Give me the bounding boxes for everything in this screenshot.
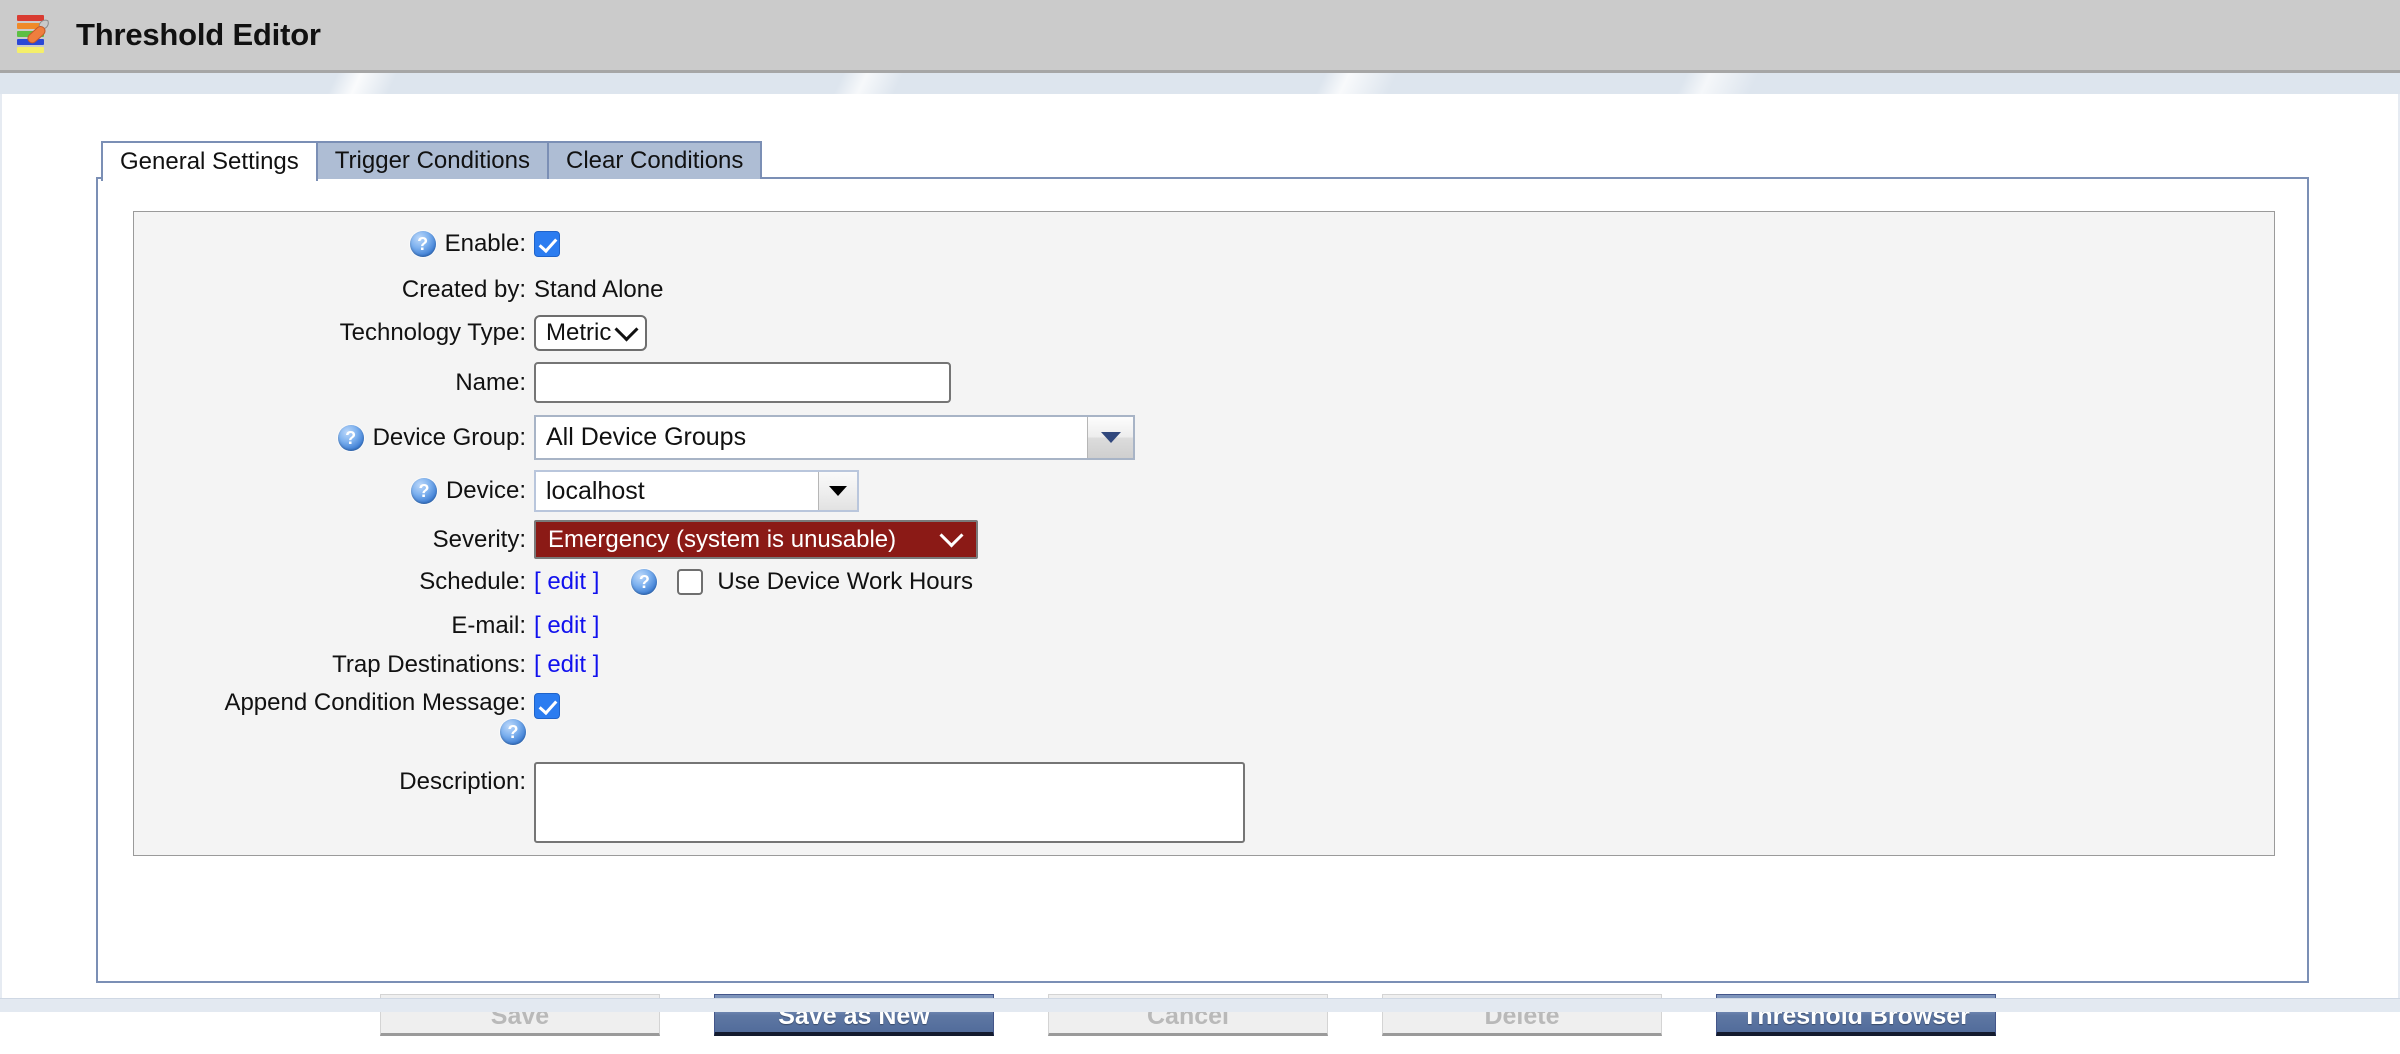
created-by-value: Stand Alone bbox=[534, 276, 664, 303]
device-group-help-icon[interactable]: ? bbox=[337, 424, 364, 451]
device-help-icon[interactable]: ? bbox=[410, 478, 437, 504]
description-label: Description: bbox=[399, 768, 526, 795]
threshold-editor-icon bbox=[16, 12, 62, 58]
row-schedule: Schedule: [ edit ] ? Use Device Work Hou… bbox=[134, 568, 973, 596]
severity-label: Severity: bbox=[432, 525, 526, 553]
chevron-down-icon bbox=[614, 316, 639, 342]
technology-type-value: Metric bbox=[546, 319, 612, 346]
tab-strip: General Settings Trigger Conditions Clea… bbox=[101, 141, 763, 181]
created-by-label: Created by: bbox=[401, 276, 526, 303]
device-label: Device: bbox=[445, 477, 526, 504]
tab-general-settings-label: General Settings bbox=[120, 148, 299, 175]
row-technology-type: Technology Type: Metric bbox=[134, 315, 648, 351]
device-group-combobox[interactable]: All Device Groups bbox=[534, 415, 1135, 460]
use-device-work-hours-label: Use Device Work Hours bbox=[717, 568, 973, 595]
tab-trigger-conditions[interactable]: Trigger Conditions bbox=[315, 141, 549, 179]
tab-clear-conditions-label: Clear Conditions bbox=[565, 147, 744, 174]
tab-trigger-conditions-label: Trigger Conditions bbox=[334, 147, 530, 174]
append-condition-message-checkbox[interactable] bbox=[534, 693, 560, 719]
email-label: E-mail: bbox=[451, 612, 526, 639]
device-value: localhost bbox=[536, 472, 818, 510]
description-textarea[interactable] bbox=[534, 762, 1245, 843]
name-input[interactable] bbox=[534, 362, 951, 403]
technology-type-label: Technology Type: bbox=[339, 319, 526, 346]
tab-clear-conditions[interactable]: Clear Conditions bbox=[546, 141, 763, 179]
settings-fieldset: ? Enable: Created by: Stand Alone Techno… bbox=[133, 211, 2275, 856]
header-accent-band bbox=[0, 73, 2400, 94]
append-condition-message-help-icon[interactable]: ? bbox=[500, 719, 526, 745]
email-edit-link[interactable]: [ edit ] bbox=[534, 612, 599, 640]
severity-select[interactable]: Emergency (system is unusable) bbox=[534, 520, 978, 559]
trap-destinations-label: Trap Destinations: bbox=[332, 651, 526, 678]
row-enable: ? Enable: bbox=[134, 230, 560, 258]
row-device: ? Device: localhost bbox=[134, 470, 859, 512]
device-group-label: Device Group: bbox=[372, 423, 526, 451]
device-combobox[interactable]: localhost bbox=[534, 470, 859, 512]
row-created-by: Created by: Stand Alone bbox=[134, 276, 664, 304]
page-canvas: General Settings Trigger Conditions Clea… bbox=[0, 94, 2400, 1036]
window-title: Threshold Editor bbox=[76, 17, 321, 52]
row-name: Name: bbox=[134, 362, 951, 403]
chevron-down-icon bbox=[939, 523, 964, 548]
device-group-dropdown-button[interactable] bbox=[1087, 417, 1133, 458]
enable-help-icon[interactable]: ? bbox=[409, 231, 436, 257]
enable-label: Enable: bbox=[444, 230, 526, 257]
schedule-edit-link[interactable]: [ edit ] bbox=[534, 568, 599, 596]
tab-general-settings[interactable]: General Settings bbox=[101, 141, 318, 181]
row-trap-destinations: Trap Destinations: [ edit ] bbox=[134, 651, 599, 679]
general-settings-panel: ? Enable: Created by: Stand Alone Techno… bbox=[96, 177, 2309, 983]
name-label: Name: bbox=[455, 368, 526, 396]
device-group-value: All Device Groups bbox=[536, 417, 1087, 458]
enable-checkbox[interactable] bbox=[534, 231, 560, 257]
row-append-condition-message: Append Condition Message: ? bbox=[134, 689, 560, 745]
trap-destinations-edit-link[interactable]: [ edit ] bbox=[534, 651, 599, 679]
footer-band bbox=[0, 998, 2400, 1012]
row-severity: Severity: Emergency (system is unusable) bbox=[134, 520, 978, 559]
row-description: Description: bbox=[134, 762, 1245, 843]
row-email: E-mail: [ edit ] bbox=[134, 612, 599, 640]
technology-type-select[interactable]: Metric bbox=[534, 315, 648, 351]
chevron-down-icon bbox=[1100, 432, 1121, 443]
row-device-group: ? Device Group: All Device Groups bbox=[134, 415, 1135, 460]
severity-value: Emergency (system is unusable) bbox=[548, 525, 897, 553]
window-titlebar: Threshold Editor bbox=[0, 0, 2400, 73]
device-dropdown-button[interactable] bbox=[818, 472, 857, 510]
append-condition-message-label: Append Condition Message: bbox=[224, 689, 526, 716]
work-hours-help-icon[interactable]: ? bbox=[631, 569, 658, 595]
use-device-work-hours-checkbox[interactable] bbox=[677, 569, 704, 595]
triangle-down-icon bbox=[829, 486, 847, 496]
schedule-label: Schedule: bbox=[419, 568, 526, 595]
